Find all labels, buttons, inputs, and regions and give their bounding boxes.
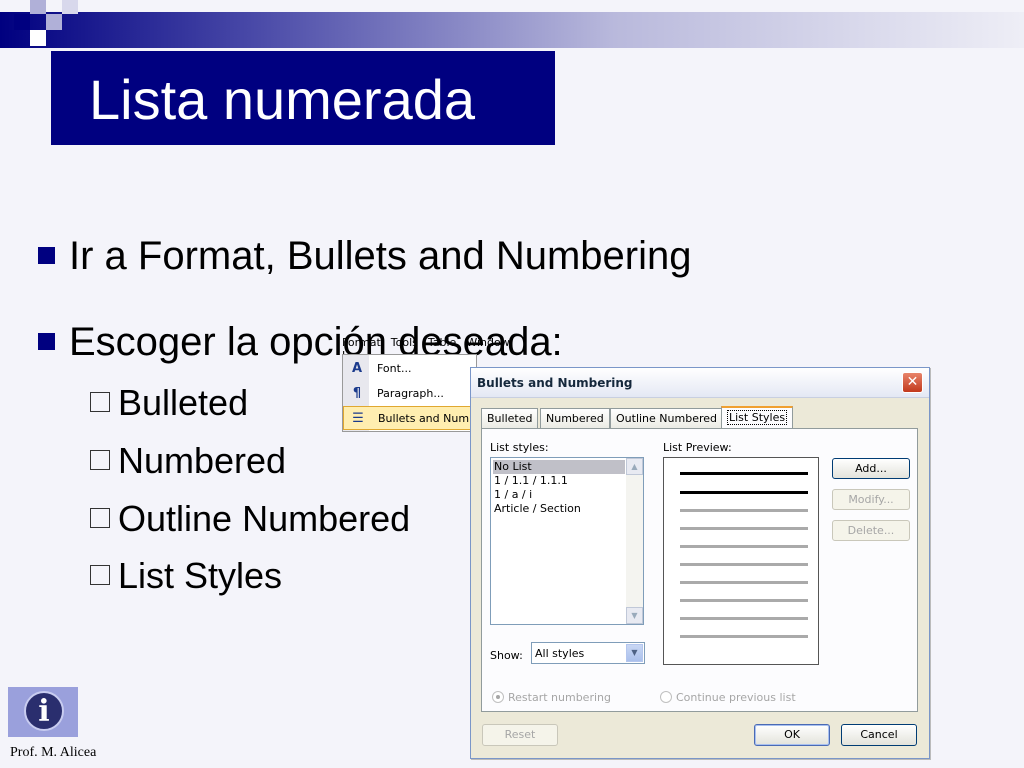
menu-bar-window[interactable]: Window: [466, 336, 509, 349]
tab-list-styles[interactable]: List Styles: [721, 406, 794, 429]
menu-bar-tools[interactable]: Tools: [391, 336, 418, 349]
decor-square: [62, 0, 78, 14]
preview-line: [680, 617, 808, 620]
ok-button[interactable]: OK: [754, 724, 830, 746]
preview-line: [680, 635, 808, 638]
tab-bulleted[interactable]: Bulleted: [481, 408, 539, 428]
bullets-numbering-dialog: Bullets and Numbering ✕ Bulleted Numbere…: [470, 367, 930, 759]
bullet-text: Ir a Format, Bullets and Numbering: [69, 234, 692, 278]
info-button[interactable]: i: [8, 687, 78, 737]
hollow-square-bullet-icon: [90, 450, 110, 471]
menu-bar: FormatToolsTableWindowHe: [342, 336, 532, 362]
menu-item-font[interactable]: A Font...: [343, 357, 477, 381]
title-gradient-band: [0, 12, 1024, 48]
radio-label: Continue previous list: [676, 691, 796, 704]
radio-icon: [492, 691, 504, 703]
square-bullet-icon: [38, 246, 55, 264]
list-styles-listbox[interactable]: No List 1 / 1.1 / 1.1.1 1 / a / i Articl…: [490, 457, 644, 625]
preview-line: [680, 527, 808, 530]
scroll-up-icon[interactable]: ▲: [626, 458, 643, 475]
slide-title: Lista numerada: [51, 51, 555, 145]
tab-outline-numbered[interactable]: Outline Numbered: [610, 408, 723, 428]
preview-line: [680, 545, 808, 548]
scroll-down-icon[interactable]: ▼: [626, 607, 643, 624]
decor-square: [30, 30, 46, 46]
subbullet-outline-numbered: Outline Numbered: [90, 498, 410, 540]
show-select-value: All styles: [535, 647, 585, 660]
reset-button[interactable]: Reset: [482, 724, 558, 746]
tab-numbered[interactable]: Numbered: [540, 408, 610, 428]
menu-item-label: Font...: [377, 362, 412, 375]
menu-item-label: Bullets and Numbe: [378, 412, 478, 425]
hollow-square-bullet-icon: [90, 565, 110, 586]
dialog-title: Bullets and Numbering: [477, 376, 633, 390]
modify-button[interactable]: Modify...: [832, 489, 910, 510]
preview-line: [680, 472, 808, 475]
cancel-button[interactable]: Cancel: [841, 724, 917, 746]
preview-line: [680, 599, 808, 602]
subbullet-text: Numbered: [118, 440, 287, 481]
list-item[interactable]: No List: [493, 460, 625, 474]
square-bullet-icon: [38, 332, 55, 350]
add-button[interactable]: Add...: [832, 458, 910, 479]
subbullet-list-styles: List Styles: [90, 555, 282, 597]
restart-numbering-radio[interactable]: Restart numbering: [492, 691, 611, 704]
author-credit: Prof. M. Alicea: [10, 745, 97, 760]
format-menu: A Font... ¶ Paragraph... ☰ Bullets and N…: [342, 354, 478, 432]
preview-line: [680, 563, 808, 566]
list-preview-box: [663, 457, 819, 665]
font-icon: A: [351, 361, 363, 376]
listbox-scrollbar[interactable]: ▲ ▼: [626, 458, 643, 624]
list-styles-panel: List styles: List Preview: No List 1 / 1…: [481, 428, 918, 712]
radio-icon: [660, 691, 672, 703]
subbullet-numbered: Numbered: [90, 440, 286, 482]
dialog-title-bar: Bullets and Numbering ✕: [471, 368, 929, 398]
subbullet-text: Outline Numbered: [118, 498, 411, 539]
list-item[interactable]: Article / Section: [493, 502, 625, 516]
menu-bar-table[interactable]: Table: [428, 336, 456, 349]
menu-item-label: Paragraph...: [377, 387, 444, 400]
paragraph-icon: ¶: [352, 386, 362, 401]
hollow-square-bullet-icon: [90, 392, 110, 413]
info-icon: i: [24, 691, 64, 731]
list-styles-label: List styles:: [490, 441, 549, 454]
show-select[interactable]: All styles ▼: [531, 642, 645, 664]
chevron-down-icon[interactable]: ▼: [626, 644, 643, 662]
menu-item-bullets-numbering[interactable]: ☰ Bullets and Numbe: [343, 406, 478, 430]
continue-previous-radio[interactable]: Continue previous list: [660, 691, 796, 704]
close-icon[interactable]: ✕: [902, 372, 923, 393]
bullet-format-menu: Ir a Format, Bullets and Numbering: [38, 234, 691, 279]
list-preview-label: List Preview:: [663, 441, 732, 454]
show-label: Show:: [490, 649, 523, 662]
decor-square: [14, 14, 30, 30]
menu-bar-format[interactable]: Format: [342, 336, 381, 349]
list-item[interactable]: 1 / a / i: [493, 488, 625, 502]
preview-line: [680, 491, 808, 494]
decor-square: [46, 14, 62, 30]
radio-label: Restart numbering: [508, 691, 611, 704]
subbullet-text: Bulleted: [118, 382, 249, 423]
bullets-icon: ☰: [352, 411, 364, 426]
hollow-square-bullet-icon: [90, 508, 110, 529]
subbullet-bulleted: Bulleted: [90, 382, 248, 424]
tab-label: List Styles: [727, 410, 788, 425]
preview-line: [680, 581, 808, 584]
delete-button[interactable]: Delete...: [832, 520, 910, 541]
list-item[interactable]: 1 / 1.1 / 1.1.1: [493, 474, 625, 488]
preview-line: [680, 509, 808, 512]
subbullet-text: List Styles: [118, 555, 283, 596]
decor-square: [30, 0, 46, 14]
menu-item-paragraph[interactable]: ¶ Paragraph...: [343, 382, 477, 406]
